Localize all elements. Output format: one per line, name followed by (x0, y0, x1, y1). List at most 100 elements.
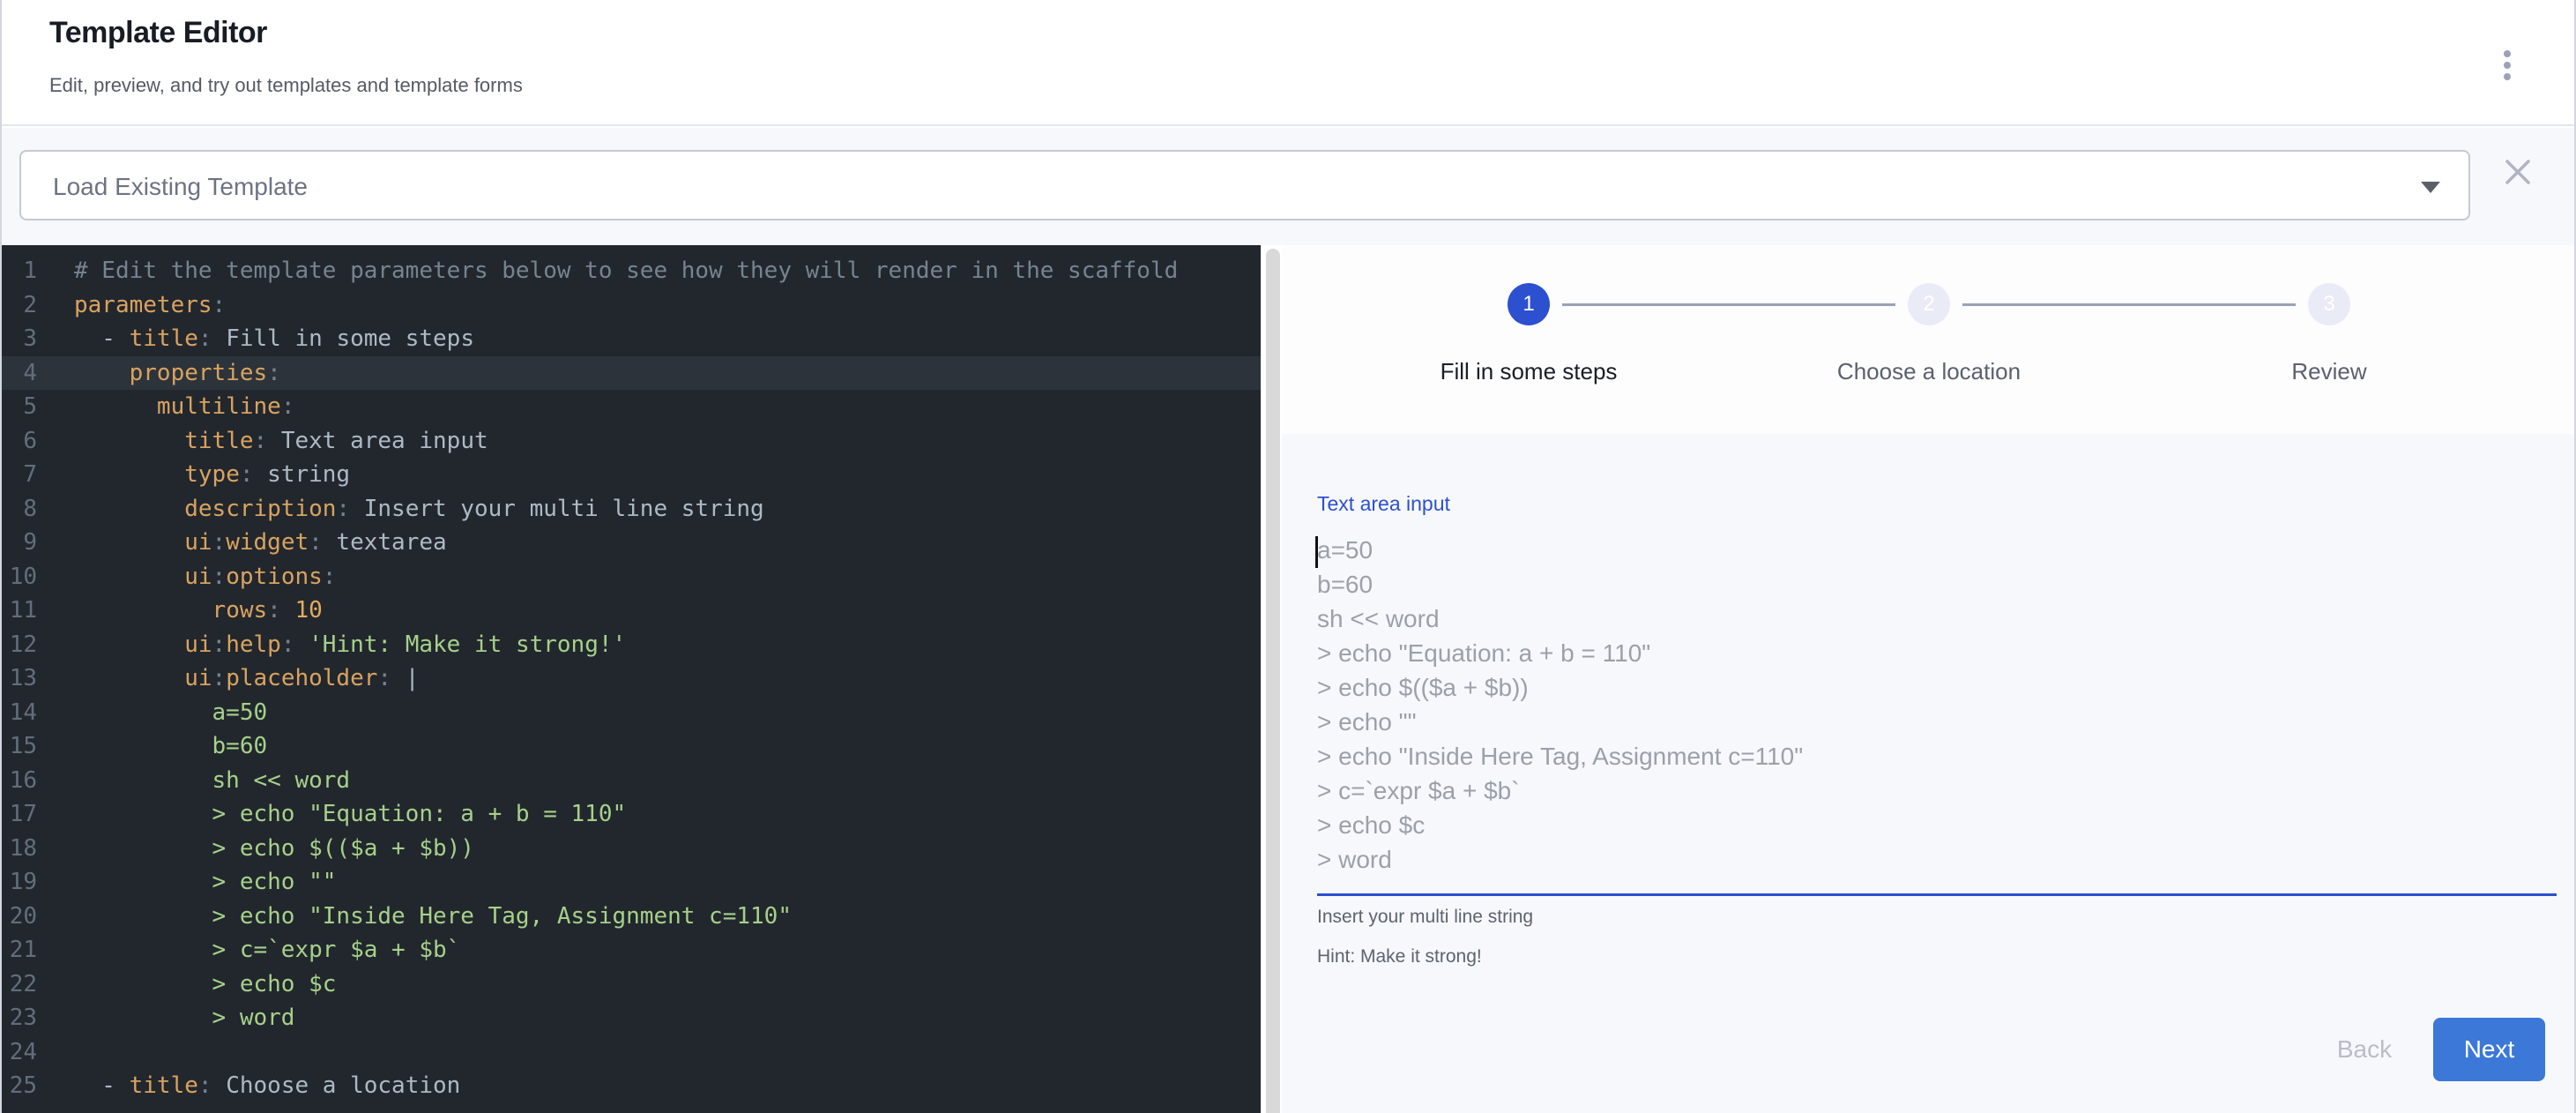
code-line[interactable]: 21 > c=`expr $a + $b` (2, 933, 1261, 967)
code-text: sh << word (74, 764, 350, 798)
code-line[interactable]: 5 multiline: (2, 390, 1261, 424)
line-number: 24 (2, 1035, 37, 1070)
code-line[interactable]: 7 type: string (2, 458, 1261, 492)
code-text: multiline: (74, 390, 294, 424)
code-line[interactable]: 23 > word (2, 1001, 1261, 1035)
code-line[interactable]: 9 ui:widget: textarea (2, 526, 1261, 560)
code-text: a=50 (74, 696, 267, 730)
kebab-menu-icon[interactable] (2490, 46, 2525, 85)
back-button[interactable]: Back (2322, 1020, 2407, 1079)
step-1-circle[interactable]: 1 (1508, 283, 1550, 325)
line-number: 17 (2, 797, 37, 832)
next-button[interactable]: Next (2433, 1018, 2545, 1081)
select-placeholder: Load Existing Template (53, 173, 308, 201)
line-number: 22 (2, 967, 37, 1002)
code-text: > echo $(($a + $b)) (74, 832, 474, 866)
template-editor-page: Template Editor Edit, preview, and try o… (0, 0, 2576, 1113)
code-line[interactable]: 24 (2, 1035, 1261, 1070)
line-number: 23 (2, 1001, 37, 1035)
step-3-label: Review (2109, 358, 2550, 385)
line-number: 12 (2, 628, 37, 662)
editor-scrollbar[interactable] (1266, 249, 1280, 1113)
code-line[interactable]: 3 - title: Fill in some steps (2, 322, 1261, 356)
code-text: > echo "" (74, 865, 336, 900)
code-text: ui:widget: textarea (74, 526, 447, 560)
code-line[interactable]: 1 # Edit the template parameters below to… (2, 254, 1261, 288)
code-line[interactable]: 17 > echo "Equation: a + b = 110" (2, 797, 1261, 832)
code-text: description: Insert your multi line stri… (74, 492, 764, 527)
line-number: 16 (2, 764, 37, 798)
code-line[interactable]: 18 > echo $(($a + $b)) (2, 832, 1261, 866)
step-2-label: Choose a location (1709, 358, 2149, 385)
line-number: 14 (2, 696, 37, 730)
line-number: 10 (2, 560, 37, 594)
code-line[interactable]: 12 ui:help: 'Hint: Make it strong!' (2, 628, 1261, 662)
code-text: b=60 (74, 729, 267, 764)
line-number: 19 (2, 865, 37, 900)
line-number: 21 (2, 933, 37, 967)
code-text: - title: Choose a location (74, 1069, 460, 1103)
close-icon[interactable] (2498, 153, 2537, 191)
template-preview-panel: 1 2 3 Fill in some steps Choose a locati… (1282, 245, 2574, 1113)
step-connector (1562, 303, 1895, 306)
code-line[interactable]: 10 ui:options: (2, 560, 1261, 594)
code-line[interactable]: 22 > echo $c (2, 967, 1261, 1002)
code-lines: 1 # Edit the template parameters below to… (2, 254, 1261, 1103)
step-2-circle[interactable]: 2 (1908, 283, 1950, 325)
code-text: type: string (74, 458, 350, 492)
code-line[interactable]: 8 description: Insert your multi line st… (2, 492, 1261, 527)
code-text: > c=`expr $a + $b` (74, 933, 460, 967)
line-number: 15 (2, 729, 37, 764)
yaml-code-editor[interactable]: 1 # Edit the template parameters below to… (2, 245, 1261, 1113)
line-number: 5 (2, 390, 37, 424)
code-line[interactable]: 13 ui:placeholder: | (2, 661, 1261, 696)
code-text: > word (74, 1001, 294, 1035)
code-text: properties: (74, 356, 281, 391)
code-line[interactable]: 4 properties: (2, 356, 1261, 391)
code-text: ui:help: 'Hint: Make it strong!' (74, 628, 626, 662)
code-text: rows: 10 (74, 594, 323, 628)
line-number: 8 (2, 492, 37, 527)
page-subtitle: Edit, preview, and try out templates and… (49, 74, 523, 97)
code-text: > echo $c (74, 967, 336, 1002)
step-1-label: Fill in some steps (1308, 358, 1749, 385)
code-text: - title: Fill in some steps (74, 322, 474, 356)
page-header: Template Editor Edit, preview, and try o… (2, 0, 2574, 126)
line-number: 11 (2, 594, 37, 628)
line-number: 18 (2, 832, 37, 866)
code-line[interactable]: 14 a=50 (2, 696, 1261, 730)
code-text: > echo "Inside Here Tag, Assignment c=11… (74, 900, 792, 934)
code-line[interactable]: 16 sh << word (2, 764, 1261, 798)
chevron-down-icon[interactable] (2421, 182, 2440, 193)
code-line[interactable]: 11 rows: 10 (2, 594, 1261, 628)
line-number: 25 (2, 1069, 37, 1103)
code-line[interactable]: 25 - title: Choose a location (2, 1069, 1261, 1103)
toolbar: Load Existing Template (2, 128, 2574, 245)
code-line[interactable]: 15 b=60 (2, 729, 1261, 764)
load-template-select[interactable]: Load Existing Template (19, 150, 2470, 220)
line-number: 13 (2, 661, 37, 696)
code-text: title: Text area input (74, 424, 488, 459)
page-title: Template Editor (49, 16, 267, 50)
textarea-field-label: Text area input (1317, 492, 1450, 516)
line-number: 2 (2, 288, 37, 323)
code-line[interactable]: 6 title: Text area input (2, 424, 1261, 459)
line-number: 7 (2, 458, 37, 492)
step-connector (1962, 303, 2296, 306)
step-3-number: 3 (2323, 292, 2334, 317)
code-text: ui:placeholder: | (74, 661, 419, 696)
step-2-number: 2 (1923, 292, 1934, 317)
step-1-number: 1 (1523, 292, 1534, 317)
code-text: parameters: (74, 288, 226, 323)
line-number: 20 (2, 900, 37, 934)
line-number: 6 (2, 424, 37, 459)
code-text: ui:options: (74, 560, 336, 594)
line-number: 1 (2, 254, 37, 288)
code-line[interactable]: 20 > echo "Inside Here Tag, Assignment c… (2, 900, 1261, 934)
helper-description: Insert your multi line string (1317, 907, 1533, 928)
multiline-textarea[interactable] (1317, 533, 2557, 893)
code-line[interactable]: 2 parameters: (2, 288, 1261, 323)
code-text: # Edit the template parameters below to … (74, 254, 1178, 288)
step-3-circle[interactable]: 3 (2308, 283, 2350, 325)
code-line[interactable]: 19 > echo "" (2, 865, 1261, 900)
